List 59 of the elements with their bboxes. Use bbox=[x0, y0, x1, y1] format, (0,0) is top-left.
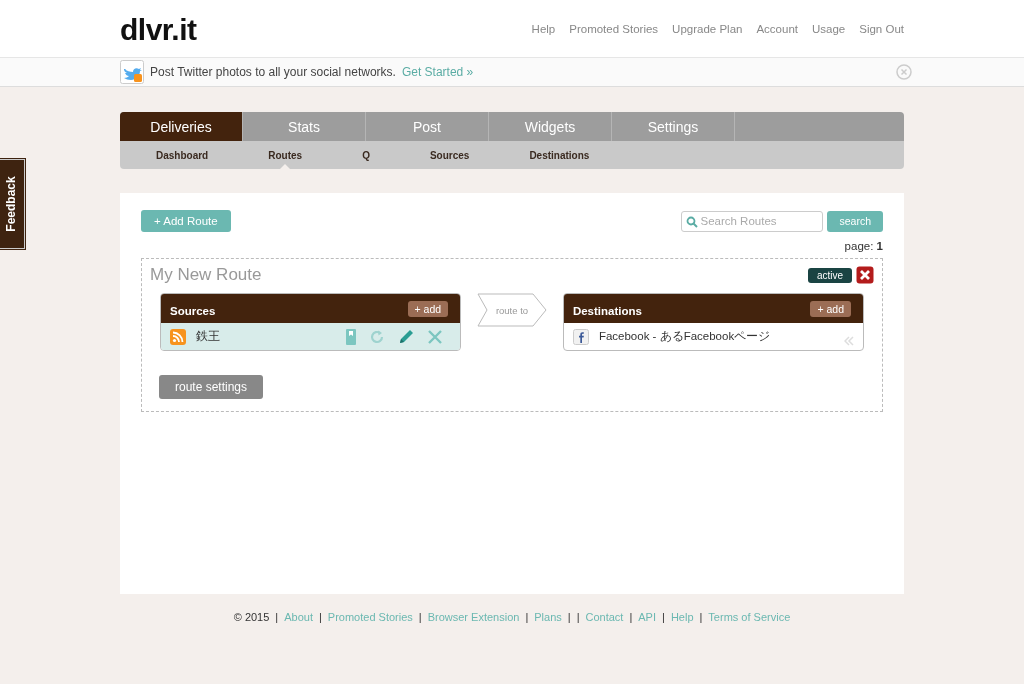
banner-text: Post Twitter photos to all your social networks. bbox=[150, 65, 396, 79]
close-icon[interactable] bbox=[427, 328, 444, 345]
nav-link[interactable]: Sign Out bbox=[859, 22, 904, 35]
footer-link[interactable]: Terms of Service bbox=[708, 611, 791, 623]
footer-link[interactable]: Help bbox=[670, 611, 694, 623]
destination-name: Facebook - あるFacebookページ bbox=[598, 329, 772, 344]
pencil-icon[interactable] bbox=[397, 327, 416, 346]
footer-link[interactable]: About bbox=[284, 611, 313, 623]
route-title: My New Route bbox=[150, 265, 263, 285]
sub-tab[interactable]: Q bbox=[356, 141, 376, 169]
search-field[interactable]: Search Routes bbox=[681, 210, 824, 232]
add-destination-button[interactable]: + add bbox=[810, 300, 851, 317]
nav-link[interactable]: Promoted Stories bbox=[569, 22, 659, 35]
add-source-button[interactable]: + add bbox=[407, 300, 449, 317]
footer-separator: | bbox=[662, 611, 665, 623]
footer-separator: | bbox=[318, 611, 322, 623]
main-tab[interactable]: Deliveries bbox=[120, 112, 243, 141]
bookmark-icon[interactable] bbox=[345, 327, 358, 346]
footer-link[interactable]: Plans bbox=[534, 611, 562, 623]
delete-icon[interactable] bbox=[856, 266, 874, 284]
source-name: 鉄王 bbox=[196, 329, 221, 344]
get-started-link[interactable]: Get Started » bbox=[401, 65, 474, 79]
route-to-arrow: route to bbox=[477, 293, 547, 327]
footer-link[interactable]: API bbox=[638, 611, 656, 623]
footer-link[interactable]: Browser Extension bbox=[427, 611, 520, 623]
nav-link[interactable]: Usage bbox=[812, 22, 846, 35]
sub-tab[interactable]: Routes bbox=[262, 141, 309, 169]
logo[interactable]: dlvr.it bbox=[120, 12, 197, 47]
footer-separator: | bbox=[275, 611, 279, 623]
sub-tab[interactable]: Sources bbox=[423, 141, 476, 169]
footer-separator: | bbox=[576, 611, 580, 623]
footer-link[interactable]: Contact bbox=[585, 611, 624, 623]
route-settings-button[interactable]: route settings bbox=[159, 375, 264, 399]
sub-tab[interactable]: Destinations bbox=[523, 141, 596, 169]
search-button[interactable]: search bbox=[827, 210, 883, 232]
destinations-title: Destinations bbox=[572, 304, 642, 317]
footer-separator: | bbox=[699, 611, 703, 623]
nav-link[interactable]: Account bbox=[756, 22, 798, 35]
footer-separator: | bbox=[418, 611, 422, 623]
bird-icon bbox=[120, 60, 144, 84]
footer-link[interactable]: Promoted Stories bbox=[327, 611, 413, 623]
sources-title: Sources bbox=[170, 304, 216, 317]
close-icon[interactable] bbox=[896, 64, 912, 80]
nav-link[interactable]: Upgrade Plan bbox=[672, 22, 743, 35]
refresh-icon[interactable] bbox=[369, 328, 386, 345]
rss-icon bbox=[170, 328, 186, 345]
footer-separator: | bbox=[567, 611, 571, 623]
facebook-icon bbox=[572, 328, 589, 345]
copyright-text: © 2015 bbox=[233, 611, 270, 623]
footer-separator: | bbox=[629, 611, 633, 623]
nav-link[interactable]: Help bbox=[531, 22, 556, 35]
page-indicator: page: 1 bbox=[844, 240, 883, 252]
sub-tab[interactable]: Dashboard bbox=[150, 141, 215, 169]
add-route-button[interactable]: + Add Route bbox=[141, 210, 231, 232]
status-badge[interactable]: active bbox=[807, 267, 852, 283]
feedback-tab[interactable]: Feedback bbox=[0, 159, 25, 249]
footer-separator: | bbox=[525, 611, 529, 623]
double-chevron-icon[interactable] bbox=[844, 336, 854, 346]
search-icon bbox=[686, 215, 699, 228]
